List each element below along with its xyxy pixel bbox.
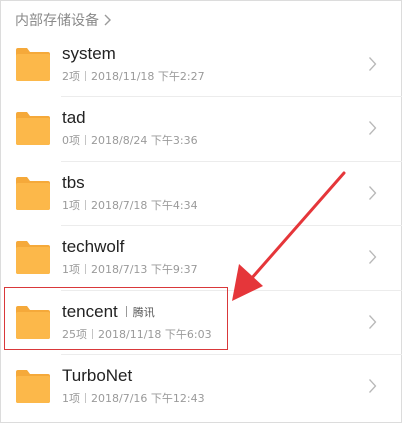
modified-date: 2018/7/16 下午12:43 bbox=[91, 391, 205, 405]
folder-icon bbox=[16, 305, 50, 339]
folder-name: techwolf bbox=[62, 237, 125, 257]
folder-icon bbox=[16, 369, 50, 403]
chevron-right-icon bbox=[369, 314, 377, 329]
item-count: 1项 bbox=[62, 263, 80, 277]
folder-icon bbox=[16, 112, 50, 146]
modified-date: 2018/8/24 下午3:36 bbox=[91, 134, 198, 148]
modified-date: 2018/7/13 下午9:37 bbox=[91, 263, 198, 277]
breadcrumb-label: 内部存储设备 bbox=[15, 13, 99, 29]
folder-row-tad[interactable]: tad 0项 2018/8/24 下午3:36 bbox=[1, 97, 402, 163]
chevron-right-icon bbox=[369, 57, 377, 71]
folder-icon bbox=[16, 48, 50, 81]
item-count: 0项 bbox=[62, 134, 80, 148]
breadcrumb[interactable]: 内部存储设备 bbox=[15, 10, 114, 30]
meta-divider bbox=[92, 328, 93, 339]
folder-row-system[interactable]: system 2项 2018/11/18 下午2:27 bbox=[1, 33, 402, 98]
meta-divider bbox=[85, 264, 86, 275]
folder-name: tencent bbox=[62, 301, 118, 321]
item-count: 25项 bbox=[62, 327, 87, 341]
modified-date: 2018/7/18 下午4:34 bbox=[91, 198, 198, 212]
folder-list: system 2项 2018/11/18 下午2:27 tad 0项 2018/… bbox=[1, 33, 402, 419]
modified-date: 2018/11/18 下午6:03 bbox=[98, 327, 212, 341]
folder-name: tad bbox=[62, 108, 86, 128]
folder-meta: 2项 2018/11/18 下午2:27 bbox=[62, 68, 205, 84]
chevron-right-icon bbox=[369, 379, 377, 393]
chevron-right-icon bbox=[104, 14, 111, 26]
folder-row-turbonet[interactable]: TurboNet 1项 2018/7/16 下午12:43 bbox=[1, 355, 402, 419]
meta-divider bbox=[85, 135, 86, 146]
folder-name: tbs bbox=[62, 172, 85, 192]
meta-divider bbox=[85, 392, 86, 403]
folder-name: TurboNet bbox=[62, 365, 133, 385]
meta-divider bbox=[85, 71, 86, 81]
folder-meta: 1项 2018/7/18 下午4:34 bbox=[62, 197, 198, 213]
chevron-right-icon bbox=[369, 121, 377, 136]
folder-row-techwolf[interactable]: techwolf 1项 2018/7/13 下午9:37 bbox=[1, 226, 402, 291]
folder-row-tbs[interactable]: tbs 1项 2018/7/18 下午4:34 bbox=[1, 162, 402, 227]
item-count: 1项 bbox=[62, 198, 80, 212]
chevron-right-icon bbox=[369, 250, 377, 265]
folder-row-tencent[interactable]: tencent 腾讯 25项 2018/11/18 下午6:03 bbox=[1, 291, 402, 356]
chevron-right-icon bbox=[369, 185, 377, 200]
folder-meta: 1项 2018/7/16 下午12:43 bbox=[62, 390, 205, 406]
folder-name: system bbox=[62, 44, 116, 63]
folder-meta: 25项 2018/11/18 下午6:03 bbox=[62, 326, 212, 342]
item-count: 2项 bbox=[62, 70, 80, 83]
folder-tag: 腾讯 bbox=[132, 305, 155, 319]
folder-icon bbox=[16, 176, 50, 210]
folder-icon bbox=[16, 241, 50, 275]
meta-divider bbox=[85, 199, 86, 210]
modified-date: 2018/11/18 下午2:27 bbox=[91, 70, 205, 83]
folder-meta: 1项 2018/7/13 下午9:37 bbox=[62, 261, 198, 277]
tag-divider bbox=[125, 306, 127, 318]
item-count: 1项 bbox=[62, 391, 80, 405]
folder-meta: 0项 2018/8/24 下午3:36 bbox=[62, 132, 198, 148]
